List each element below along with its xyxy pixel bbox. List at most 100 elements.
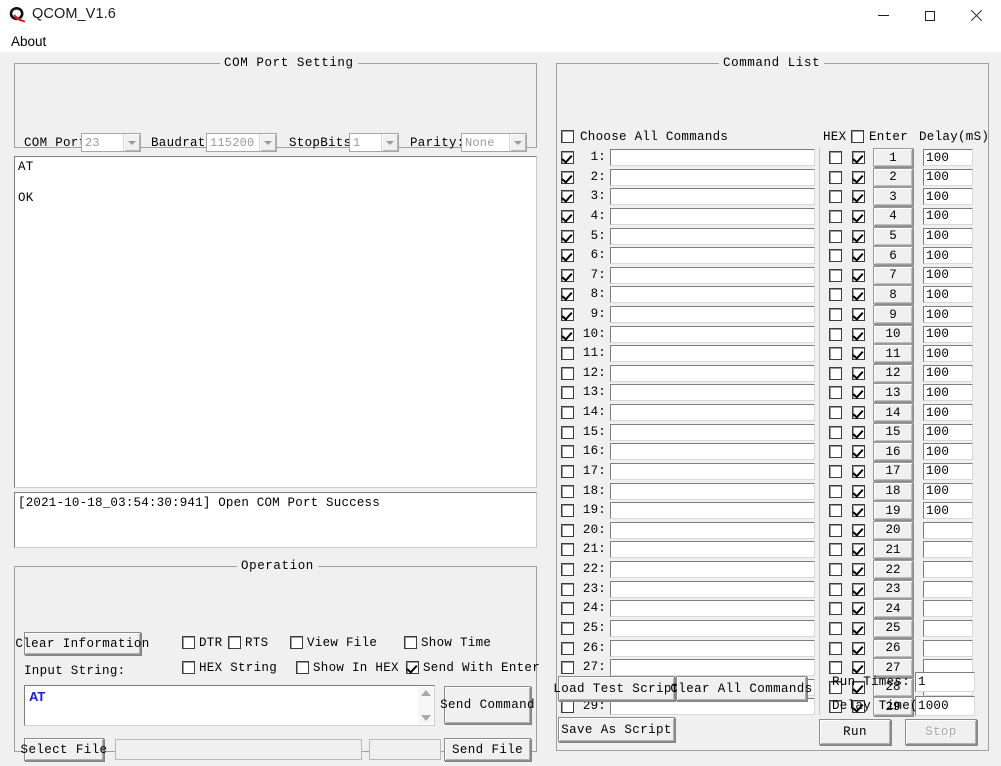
console-output[interactable]: AT OK <box>14 156 537 488</box>
baudrate-select[interactable]: 115200 <box>206 133 277 152</box>
command-send-button[interactable]: 9 <box>873 305 913 324</box>
command-hex-checkbox[interactable] <box>829 288 842 302</box>
command-enter-checkbox[interactable] <box>852 366 865 380</box>
command-enter-checkbox[interactable] <box>852 347 865 361</box>
command-enter-checkbox[interactable] <box>852 484 865 498</box>
command-enter-checkbox[interactable] <box>852 268 865 282</box>
command-delay-input[interactable]: 100 <box>923 247 973 265</box>
command-delay-input[interactable] <box>923 600 973 618</box>
command-delay-input[interactable] <box>923 541 973 559</box>
command-send-button[interactable]: 11 <box>873 344 913 364</box>
command-hex-checkbox[interactable] <box>829 661 842 675</box>
command-delay-input[interactable]: 100 <box>923 384 973 402</box>
show-time-checkbox[interactable] <box>404 636 417 649</box>
command-input[interactable] <box>610 207 815 225</box>
command-delay-input[interactable] <box>923 639 973 657</box>
command-hex-checkbox[interactable] <box>829 249 842 263</box>
show-in-hex-checkbox[interactable] <box>296 661 309 674</box>
command-hex-checkbox[interactable] <box>829 641 842 655</box>
command-input[interactable] <box>610 266 815 284</box>
command-enter-checkbox[interactable] <box>852 327 865 341</box>
run-button[interactable]: Run <box>819 719 891 745</box>
command-input[interactable] <box>610 364 815 382</box>
command-input[interactable] <box>610 227 815 245</box>
send-with-enter-checkbox[interactable] <box>406 661 419 674</box>
command-delay-input[interactable]: 100 <box>923 364 973 382</box>
command-send-button[interactable]: 17 <box>873 461 913 481</box>
command-hex-checkbox[interactable] <box>829 151 842 164</box>
command-delay-input[interactable]: 100 <box>923 306 973 323</box>
command-enter-checkbox[interactable] <box>852 425 865 439</box>
load-test-script-button[interactable]: Load Test Script <box>553 676 679 701</box>
command-hex-checkbox[interactable] <box>829 543 842 557</box>
enter-column-header-checkbox[interactable] <box>851 130 864 143</box>
command-enter-checkbox[interactable] <box>852 641 865 655</box>
command-enter-checkbox[interactable] <box>852 582 865 596</box>
command-hex-checkbox[interactable] <box>829 582 842 596</box>
command-send-button[interactable]: 10 <box>873 324 913 344</box>
command-send-button[interactable]: 13 <box>873 383 913 403</box>
command-hex-checkbox[interactable] <box>829 386 842 400</box>
command-hex-checkbox[interactable] <box>829 445 842 459</box>
command-enter-checkbox[interactable] <box>852 209 865 223</box>
command-input[interactable] <box>610 482 815 500</box>
command-delay-input[interactable]: 100 <box>923 423 973 441</box>
command-delay-input[interactable]: 100 <box>923 462 973 480</box>
command-enter-checkbox[interactable] <box>852 190 865 204</box>
command-enter-checkbox[interactable] <box>852 406 865 420</box>
command-delay-input[interactable]: 100 <box>923 404 973 422</box>
command-delay-input[interactable]: 100 <box>923 482 973 500</box>
command-input[interactable] <box>610 541 815 559</box>
send-command-button[interactable]: Send Command <box>440 686 535 724</box>
command-hex-checkbox[interactable] <box>829 563 842 576</box>
command-input[interactable] <box>610 149 815 166</box>
command-enter-checkbox[interactable] <box>852 543 865 557</box>
command-delay-input[interactable] <box>923 561 973 578</box>
command-delay-input[interactable] <box>923 580 973 598</box>
command-enter-checkbox[interactable] <box>852 229 865 243</box>
chevron-down-icon[interactable] <box>123 134 140 151</box>
command-delay-input[interactable]: 100 <box>923 207 973 225</box>
command-send-button[interactable]: 6 <box>873 246 913 266</box>
command-enter-checkbox[interactable] <box>852 151 865 164</box>
command-send-button[interactable]: 25 <box>873 618 913 638</box>
command-enter-checkbox[interactable] <box>852 504 865 518</box>
minimize-button[interactable] <box>860 0 906 31</box>
command-send-button[interactable]: 7 <box>873 265 913 285</box>
command-input[interactable] <box>610 561 815 578</box>
command-hex-checkbox[interactable] <box>829 602 842 616</box>
command-enter-checkbox[interactable] <box>852 249 865 263</box>
command-enter-checkbox[interactable] <box>852 523 865 537</box>
command-send-button[interactable]: 20 <box>873 520 913 540</box>
command-input[interactable] <box>610 659 815 677</box>
command-input[interactable] <box>610 462 815 480</box>
command-input[interactable] <box>610 188 815 206</box>
command-send-button[interactable]: 1 <box>873 148 913 167</box>
command-input[interactable] <box>610 600 815 618</box>
clear-all-commands-button[interactable]: Clear All Commands <box>670 676 812 701</box>
command-enter-checkbox[interactable] <box>852 170 865 184</box>
command-enter-checkbox[interactable] <box>852 621 865 635</box>
command-enter-checkbox[interactable] <box>852 661 865 675</box>
command-hex-checkbox[interactable] <box>829 464 842 478</box>
chevron-down-icon[interactable] <box>259 134 276 151</box>
command-input[interactable] <box>610 247 815 265</box>
view-file-checkbox[interactable] <box>290 636 303 649</box>
command-hex-checkbox[interactable] <box>829 366 842 380</box>
command-hex-checkbox[interactable] <box>829 308 842 321</box>
input-string-field[interactable]: AT <box>24 685 435 726</box>
command-enter-checkbox[interactable] <box>852 445 865 459</box>
command-send-button[interactable]: 26 <box>873 638 913 658</box>
file-size-field[interactable] <box>369 739 441 760</box>
chevron-down-icon[interactable] <box>509 134 526 151</box>
command-enter-checkbox[interactable] <box>852 386 865 400</box>
maximize-button[interactable] <box>907 0 953 31</box>
stopbits-select[interactable]: 1 <box>349 133 399 152</box>
save-as-script-button[interactable]: Save As Script <box>558 717 675 742</box>
choose-all-commands-checkbox[interactable] <box>561 130 574 143</box>
command-input[interactable] <box>610 286 815 304</box>
command-send-button[interactable]: 3 <box>873 187 913 207</box>
dtr-checkbox[interactable] <box>182 636 195 649</box>
command-input[interactable] <box>610 502 815 520</box>
delay-time-field[interactable]: 1000 <box>915 696 975 716</box>
